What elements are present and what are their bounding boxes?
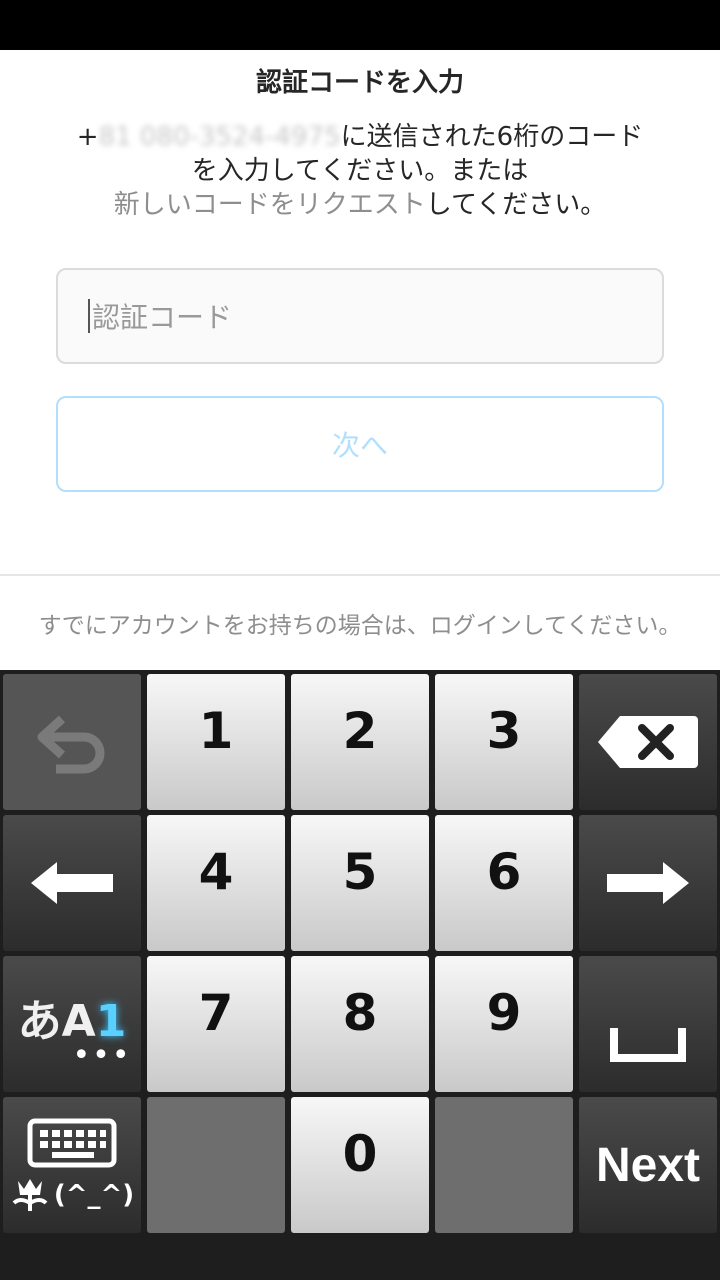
backspace-key[interactable] — [579, 674, 717, 810]
instruction-text: +81 080-3524-4975に送信された6桁のコード を入力してください。… — [40, 120, 680, 222]
key-4[interactable]: 4 — [147, 815, 285, 951]
key-6[interactable]: 6 — [435, 815, 573, 951]
instruction-line2: を入力してください。または — [191, 156, 529, 186]
key-7[interactable]: 7 — [147, 956, 285, 1092]
keyboard-icon — [27, 1118, 117, 1168]
phone-prefix: + — [76, 122, 99, 152]
tulip-icon — [12, 1179, 48, 1211]
cursor-right-key[interactable] — [579, 815, 717, 951]
key-9[interactable]: 9 — [435, 956, 573, 1092]
space-key[interactable] — [579, 956, 717, 1092]
login-prompt[interactable]: すでにアカウントをお持ちの場合は、ログインしてください。 — [0, 606, 720, 640]
cursor-left-key[interactable] — [3, 815, 141, 951]
key-0[interactable]: 0 — [291, 1097, 429, 1233]
verification-code-input[interactable]: 認証コード — [56, 268, 664, 364]
divider — [0, 574, 720, 576]
navigation-bar — [0, 1236, 720, 1280]
next-button[interactable]: 次へ — [56, 396, 664, 492]
key-3[interactable]: 3 — [435, 674, 573, 810]
instruction-line1: に送信された6桁のコード — [340, 122, 644, 152]
numeric-keyboard: 1 2 3 4 5 6 あA1 ••• 7 8 9 (^_^) 0 Next — [0, 670, 720, 1280]
arrow-right-icon — [607, 862, 689, 904]
keyboard-switch-key[interactable]: (^_^) — [3, 1097, 141, 1233]
text-caret — [88, 299, 90, 333]
key-1[interactable]: 1 — [147, 674, 285, 810]
request-new-code-link[interactable]: 新しいコードをリクエスト — [114, 190, 426, 220]
mode-dots: ••• — [72, 1038, 132, 1073]
input-mode-key[interactable]: あA1 ••• — [3, 956, 141, 1092]
code-placeholder: 認証コード — [92, 301, 233, 334]
page-title: 認証コードを入力 — [255, 68, 464, 98]
backspace-icon — [598, 716, 698, 768]
blank-key-right — [435, 1097, 573, 1233]
arrow-left-icon — [31, 862, 113, 904]
undo-icon — [37, 715, 105, 774]
phone-number: 81 080-3524-4975 — [98, 122, 341, 152]
space-icon — [610, 1028, 686, 1062]
key-2[interactable]: 2 — [291, 674, 429, 810]
key-5[interactable]: 5 — [291, 815, 429, 951]
status-bar — [0, 0, 720, 50]
instruction-line3: してください。 — [425, 190, 607, 220]
key-8[interactable]: 8 — [291, 956, 429, 1092]
undo-key[interactable] — [3, 674, 141, 810]
blank-key-left — [147, 1097, 285, 1233]
next-key[interactable]: Next — [579, 1097, 717, 1233]
emoticon-label: (^_^) — [53, 1180, 135, 1210]
